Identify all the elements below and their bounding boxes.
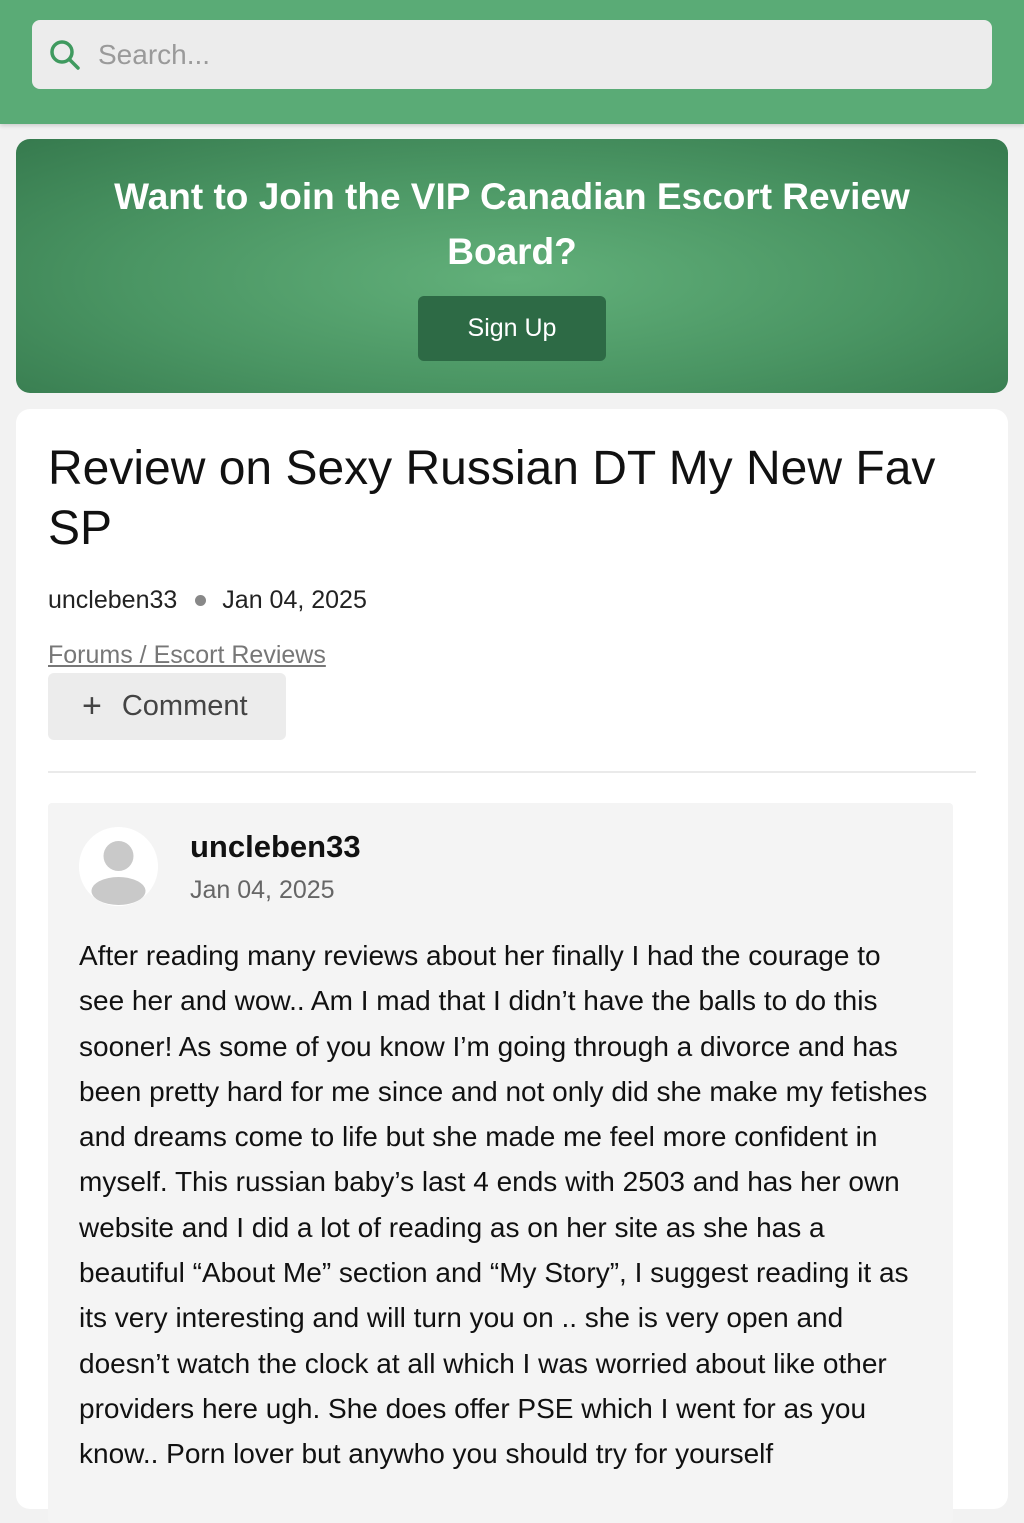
search-input[interactable] xyxy=(98,38,958,71)
thread-card: Review on Sexy Russian DT My New Fav SP … xyxy=(16,409,1008,1523)
thread-title: Review on Sexy Russian DT My New Fav SP xyxy=(48,442,936,555)
separator-dot xyxy=(195,595,207,606)
thread-date: Jan 04, 2025 xyxy=(222,586,367,614)
user-avatar-icon[interactable] xyxy=(79,827,158,906)
post-date: Jan 04, 2025 xyxy=(190,876,335,904)
comment-label: Comment xyxy=(121,690,248,722)
post-body: After reading many reviews about her fin… xyxy=(79,940,928,1470)
post-author[interactable]: uncleben33 xyxy=(190,829,361,865)
search-bar[interactable] xyxy=(32,20,992,89)
thread-author[interactable]: uncleben33 xyxy=(48,586,177,615)
post-entry: uncleben33 Jan 04, 2025 After reading ma… xyxy=(48,803,953,1523)
search-icon xyxy=(50,39,80,70)
banner-heading: Want to Join the VIP Canadian Escort Rev… xyxy=(114,176,910,272)
add-comment-button[interactable]: + Comment xyxy=(48,673,286,740)
sign-up-button[interactable]: Sign Up xyxy=(418,296,606,361)
vip-signup-banner: Want to Join the VIP Canadian Escort Rev… xyxy=(16,139,1008,393)
breadcrumb[interactable]: Forums / Escort Reviews xyxy=(48,641,326,670)
top-bar xyxy=(0,0,1024,124)
divider xyxy=(48,771,976,773)
plus-icon: + xyxy=(82,687,102,725)
thread-meta: uncleben33 Jan 04, 2025 xyxy=(48,586,367,615)
